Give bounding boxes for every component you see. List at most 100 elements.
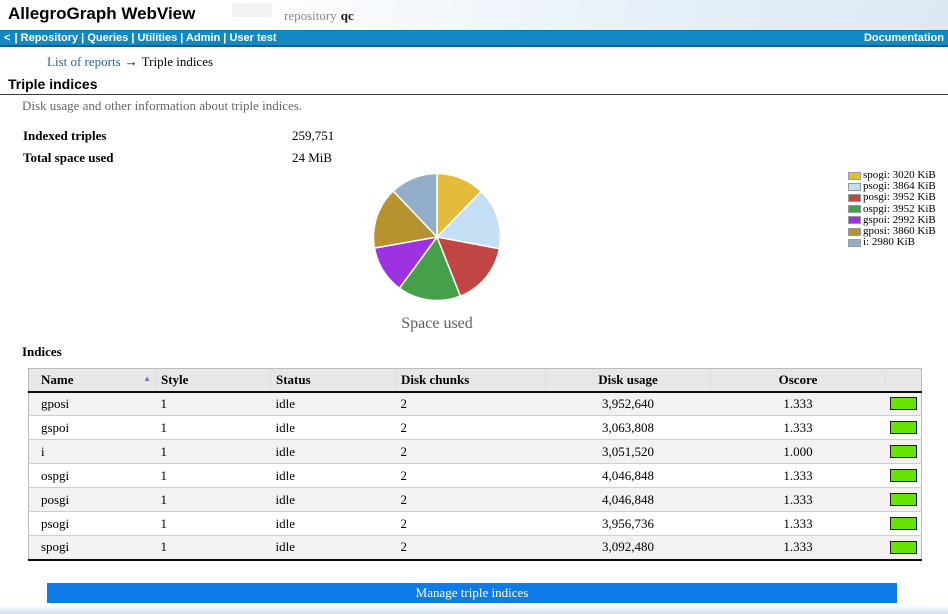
cell-oscore: 1.333: [711, 416, 886, 440]
legend-swatch-i: [848, 239, 861, 247]
cell-status: idle: [271, 512, 396, 536]
health-indicator-bar: [890, 421, 917, 434]
column-header-oscore[interactable]: Oscore: [711, 369, 886, 392]
stat-value: 259,751: [292, 128, 334, 144]
app-title: AllegroGraph WebView: [8, 4, 195, 24]
table-row-gspoi: gspoi1idle23,063,8081.333: [29, 416, 922, 440]
health-indicator-bar: [890, 493, 917, 506]
cell-status: idle: [271, 392, 396, 416]
repository-label: repository: [284, 8, 337, 23]
cell-health: [886, 440, 922, 464]
cell-style: 1: [156, 464, 271, 488]
cell-oscore: 1.333: [711, 512, 886, 536]
column-header-disk-chunks[interactable]: Disk chunks: [396, 369, 546, 392]
indices-section-label: Indices: [22, 344, 62, 360]
legend-swatch-ospgi: [848, 205, 861, 213]
nav-separator: |: [78, 32, 87, 44]
cell-name: gspoi: [29, 416, 156, 440]
page-title: Triple indices: [8, 76, 97, 92]
health-indicator-bar: [890, 541, 917, 554]
table-row-ospgi: ospgi1idle24,046,8481.333: [29, 464, 922, 488]
stat-value: 24 MiB: [292, 150, 332, 166]
blurred-region: [232, 3, 272, 17]
legend-swatch-spogi: [848, 172, 861, 180]
legend-item-i: i: 2980 KiB: [848, 237, 936, 248]
health-indicator-bar: [890, 445, 917, 458]
cell-style: 1: [156, 416, 271, 440]
health-indicator-bar: [890, 469, 917, 482]
footer-strip: [0, 605, 948, 614]
breadcrumb: List of reports → Triple indices: [47, 54, 213, 70]
table-header-row: Name▲ Style Status Disk chunks Disk usag…: [29, 369, 922, 392]
manage-triple-indices-button[interactable]: Manage triple indices: [47, 583, 897, 603]
column-header-status[interactable]: Status: [271, 369, 396, 392]
cell-health: [886, 416, 922, 440]
legend-swatch-posgi: [848, 194, 861, 202]
table-row-posgi: posgi1idle24,046,8481.333: [29, 488, 922, 512]
nav-item-admin[interactable]: Admin: [186, 32, 220, 44]
nav-items: | Repository | Queries | Utilities | Adm…: [11, 32, 276, 44]
cell-style: 1: [156, 392, 271, 416]
cell-oscore: 1.000: [711, 440, 886, 464]
cell-oscore: 1.333: [711, 392, 886, 416]
nav-item-repository[interactable]: Repository: [21, 32, 78, 44]
cell-disk_chunks: 2: [396, 416, 546, 440]
stat-label: Indexed triples: [23, 128, 106, 144]
cell-status: idle: [271, 440, 396, 464]
cell-oscore: 1.333: [711, 464, 886, 488]
nav-separator: |: [11, 32, 20, 44]
top-header: AllegroGraph WebView repository qc: [0, 0, 948, 30]
nav-item-queries[interactable]: Queries: [87, 32, 128, 44]
pie-chart-svg: [371, 171, 503, 303]
nav-item-user-test[interactable]: User test: [229, 32, 276, 44]
cell-disk_chunks: 2: [396, 488, 546, 512]
cell-disk_usage: 3,952,640: [546, 392, 711, 416]
repository-name[interactable]: qc: [341, 8, 354, 23]
back-chevron-icon[interactable]: <: [4, 32, 10, 44]
cell-oscore: 1.333: [711, 536, 886, 560]
cell-disk_chunks: 2: [396, 392, 546, 416]
title-divider: [0, 94, 948, 95]
cell-status: idle: [271, 416, 396, 440]
sort-ascending-icon[interactable]: ▲: [143, 374, 151, 383]
indices-table: Name▲ Style Status Disk chunks Disk usag…: [28, 368, 922, 561]
table-row-psogi: psogi1idle23,956,7361.333: [29, 512, 922, 536]
cell-disk_usage: 3,092,480: [546, 536, 711, 560]
table-row-i: i1idle23,051,5201.000: [29, 440, 922, 464]
cell-style: 1: [156, 512, 271, 536]
breadcrumb-arrow: →: [125, 54, 138, 69]
cell-health: [886, 512, 922, 536]
cell-status: idle: [271, 488, 396, 512]
cell-disk_chunks: 2: [396, 440, 546, 464]
cell-health: [886, 488, 922, 512]
cell-name: i: [29, 440, 156, 464]
breadcrumb-link-list-of-reports[interactable]: List of reports: [47, 54, 121, 69]
column-header-name[interactable]: Name▲: [29, 369, 156, 392]
chart-legend: spogi: 3020 KiBpsogi: 3864 KiBposgi: 395…: [848, 170, 936, 248]
cell-oscore: 1.333: [711, 488, 886, 512]
cell-health: [886, 464, 922, 488]
nav-item-documentation[interactable]: Documentation: [864, 31, 944, 45]
chart-title: Space used: [337, 315, 537, 333]
cell-health: [886, 392, 922, 416]
cell-status: idle: [271, 464, 396, 488]
cell-disk_usage: 3,051,520: [546, 440, 711, 464]
column-header-disk-usage[interactable]: Disk usage: [546, 369, 711, 392]
cell-name: gposi: [29, 392, 156, 416]
legend-label: i: 2980 KiB: [863, 237, 915, 248]
cell-disk_usage: 3,956,736: [546, 512, 711, 536]
cell-disk_usage: 4,046,848: [546, 488, 711, 512]
health-indicator-bar: [890, 517, 917, 530]
cell-style: 1: [156, 488, 271, 512]
cell-health: [886, 536, 922, 560]
column-header-style[interactable]: Style: [156, 369, 271, 392]
legend-swatch-gposi: [848, 228, 861, 236]
nav-left: < | Repository | Queries | Utilities | A…: [4, 31, 277, 45]
space-used-pie-chart: [371, 171, 503, 303]
breadcrumb-current: Triple indices: [142, 54, 213, 69]
legend-item-posgi: posgi: 3952 KiB: [848, 192, 936, 203]
cell-disk_chunks: 2: [396, 464, 546, 488]
nav-item-utilities[interactable]: Utilities: [137, 32, 177, 44]
table-row-spogi: spogi1idle23,092,4801.333: [29, 536, 922, 560]
cell-disk_usage: 3,063,808: [546, 416, 711, 440]
